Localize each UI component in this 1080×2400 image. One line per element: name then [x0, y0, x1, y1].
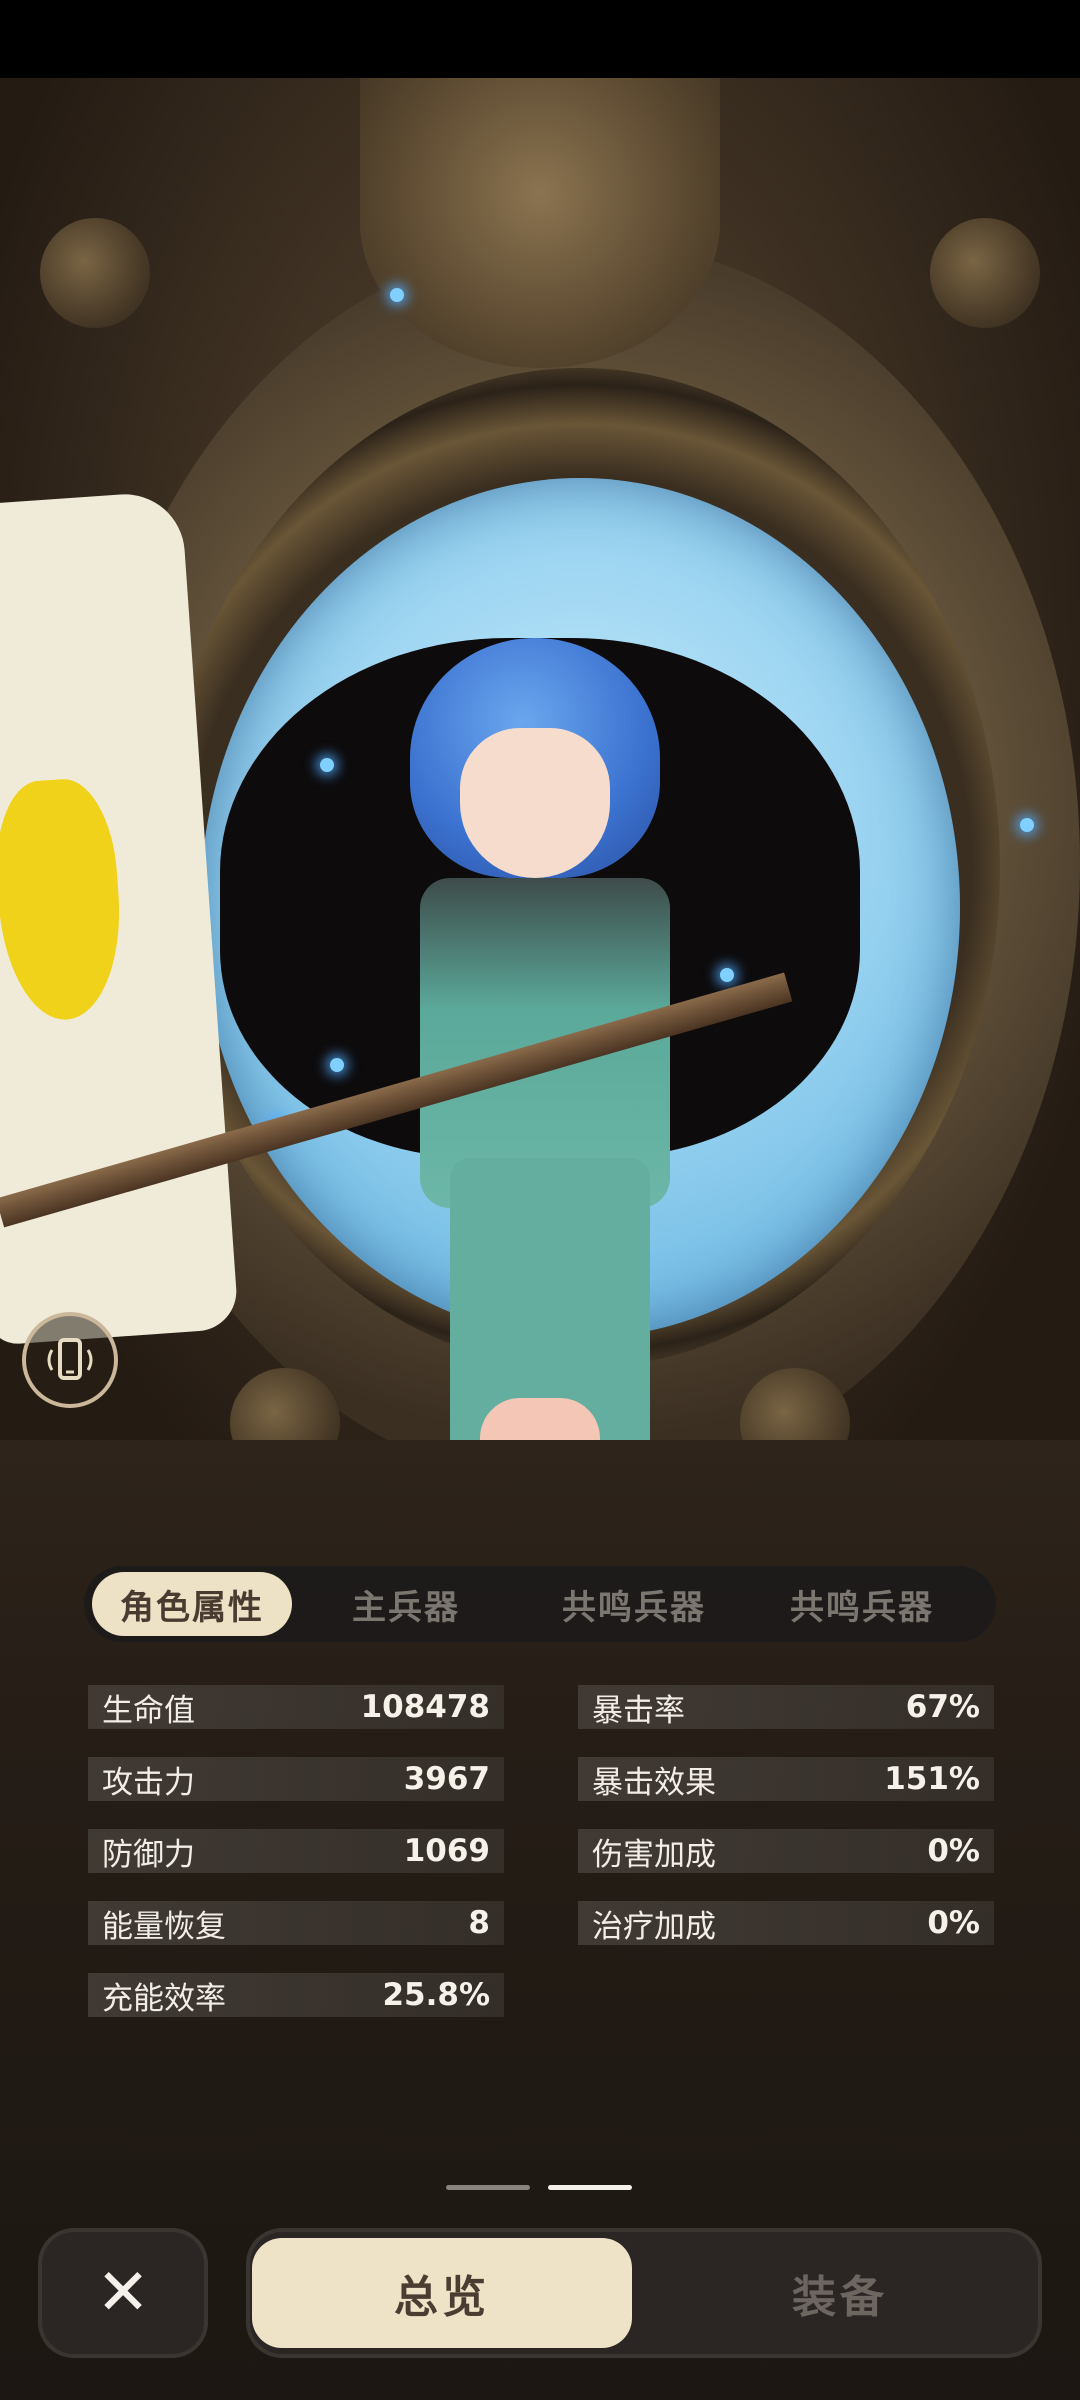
sparkle: [320, 758, 334, 772]
character-face: [460, 728, 610, 878]
status-bar: [0, 0, 1080, 78]
sparkle: [390, 288, 404, 302]
stat-row: 暴击效果 151%: [578, 1757, 994, 1801]
stat-row: 攻击力 3967: [88, 1757, 504, 1801]
pager-dot-2-active: [548, 2185, 632, 2190]
stat-row: 生命值 108478: [88, 1685, 504, 1729]
close-icon: ✕: [96, 2256, 150, 2330]
sparkle: [1020, 818, 1034, 832]
stat-value: 0%: [927, 1905, 980, 1941]
stat-value: 25.8%: [382, 1977, 490, 2013]
stat-label: 暴击效果: [592, 1764, 716, 1801]
stat-row: 伤害加成 0%: [578, 1829, 994, 1873]
banner-emblem: [0, 775, 127, 1024]
tab-resonance-weapon-2[interactable]: 共鸣兵器: [748, 1566, 976, 1642]
pager-dot-1: [446, 2185, 530, 2190]
character-scene: [0, 78, 1080, 1518]
stat-label: 生命值: [102, 1692, 195, 1729]
tab-overview[interactable]: 总览: [252, 2238, 632, 2348]
stat-label: 攻击力: [102, 1764, 195, 1801]
close-button[interactable]: ✕: [38, 2228, 208, 2358]
tab-resonance-weapon-1[interactable]: 共鸣兵器: [520, 1566, 748, 1642]
stat-value: 3967: [403, 1761, 490, 1797]
stat-value: 1069: [403, 1833, 490, 1869]
character-detail-screen: 角色属性 主兵器 共鸣兵器 共鸣兵器 生命值 108478 攻击力 3967 防…: [0, 0, 1080, 2400]
stat-value: 8: [468, 1905, 490, 1941]
stat-value: 0%: [927, 1833, 980, 1869]
stat-label: 充能效率: [102, 1980, 226, 2017]
frame-knob: [930, 218, 1040, 328]
tab-character-attributes[interactable]: 角色属性: [92, 1572, 292, 1636]
stat-label: 能量恢复: [102, 1908, 226, 1945]
sparkle: [330, 1058, 344, 1072]
stat-label: 伤害加成: [592, 1836, 716, 1873]
stat-value: 151%: [884, 1761, 980, 1797]
stats-tabbar: 角色属性 主兵器 共鸣兵器 共鸣兵器: [84, 1566, 996, 1642]
gyro-toggle-button[interactable]: [22, 1312, 118, 1408]
phone-gyro-icon: [47, 1338, 93, 1380]
stat-row: 能量恢复 8: [88, 1901, 504, 1945]
stat-value: 67%: [905, 1689, 980, 1725]
stat-label: 防御力: [102, 1836, 195, 1873]
stat-row: 防御力 1069: [88, 1829, 504, 1873]
dragon-ornament: [360, 78, 720, 368]
sparkle: [720, 968, 734, 982]
tab-main-weapon[interactable]: 主兵器: [292, 1566, 520, 1642]
stat-row: 治疗加成 0%: [578, 1901, 994, 1945]
stat-label: 治疗加成: [592, 1908, 716, 1945]
frame-knob: [40, 218, 150, 328]
tab-equipment[interactable]: 装备: [650, 2238, 1030, 2348]
stat-row: 充能效率 25.8%: [88, 1973, 504, 2017]
stat-value: 108478: [360, 1689, 490, 1725]
stat-label: 暴击率: [592, 1692, 685, 1729]
stat-row: 暴击率 67%: [578, 1685, 994, 1729]
